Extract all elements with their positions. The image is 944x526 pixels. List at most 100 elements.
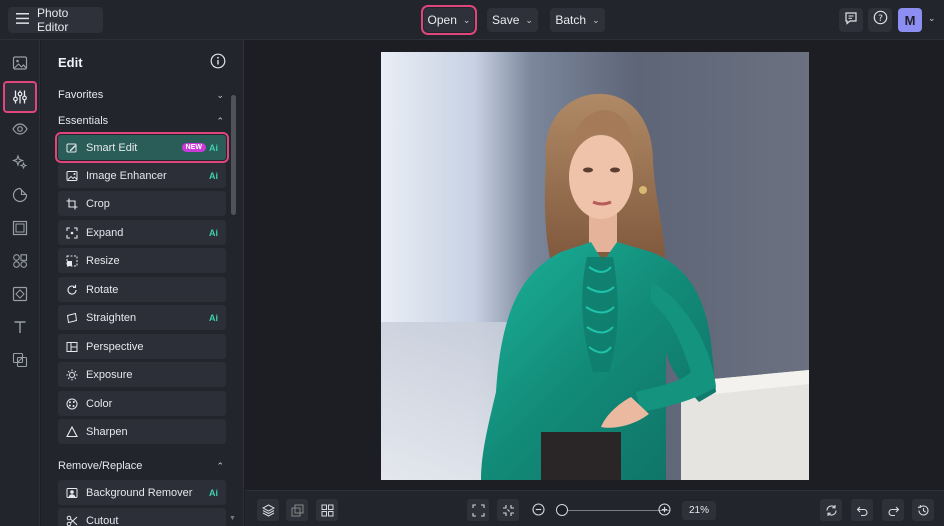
image-icon[interactable]	[10, 53, 30, 73]
eye-icon[interactable]	[10, 119, 30, 139]
section-essentials[interactable]: Essentials ⌃	[58, 115, 224, 127]
chevron-down-icon: ⌄	[525, 14, 533, 25]
tool-perspective[interactable]: Perspective	[58, 334, 226, 359]
frame-icon[interactable]	[10, 218, 30, 238]
zoom-in-button[interactable]	[658, 503, 671, 521]
app-title: Photo Editor	[37, 6, 69, 34]
info-icon[interactable]	[210, 53, 226, 74]
tool-label: Crop	[86, 197, 110, 210]
sync-button[interactable]	[820, 499, 842, 521]
user-avatar[interactable]: M	[898, 8, 922, 32]
tool-image-enhancer[interactable]: Image Enhancer Ai	[58, 163, 226, 188]
tool-label: Sharpen	[86, 425, 128, 438]
sparkle-icon[interactable]	[10, 152, 30, 172]
history-button[interactable]	[912, 499, 934, 521]
tool-exposure[interactable]: Exposure	[58, 362, 226, 387]
zoom-out-icon	[532, 503, 545, 516]
fit-screen-icon	[471, 503, 485, 517]
zoom-slider-thumb[interactable]	[556, 504, 568, 516]
expand-icon	[66, 226, 78, 239]
tool-label: Cutout	[86, 514, 119, 526]
ai-badge: Ai	[209, 487, 218, 498]
chevron-down-icon[interactable]: ⌄	[928, 13, 936, 24]
photo-editor-app: Photo Editor Open ⌄ Save ⌄ Batch ⌄ ? M ⌄	[0, 0, 944, 526]
feedback-button[interactable]	[839, 8, 863, 32]
tool-label: Rotate	[86, 283, 119, 296]
history-icon	[917, 504, 929, 516]
section-favorites[interactable]: Favorites ⌄	[58, 89, 224, 101]
actual-size-button[interactable]	[497, 499, 519, 521]
compare-button[interactable]	[286, 499, 308, 521]
tool-label: Image Enhancer	[86, 169, 167, 182]
tool-label: Perspective	[86, 340, 144, 353]
chevron-up-icon: ⌃	[216, 460, 224, 471]
tool-label: Straighten	[86, 311, 137, 324]
tool-resize[interactable]: Resize	[58, 248, 226, 273]
shapes-icon[interactable]	[10, 251, 30, 271]
texture-icon[interactable]	[10, 284, 30, 304]
perspective-icon	[66, 341, 78, 352]
section-label: Remove/Replace	[58, 460, 143, 472]
section-remove-replace[interactable]: Remove/Replace ⌃	[58, 460, 224, 472]
color-icon	[66, 398, 78, 409]
chevron-down-icon: ⌄	[216, 89, 224, 100]
open-button[interactable]: Open ⌄	[421, 5, 477, 35]
exposure-icon	[66, 369, 78, 380]
ai-badge: Ai	[209, 170, 218, 181]
svg-text:?: ?	[878, 14, 883, 24]
tool-straighten[interactable]: Straighten Ai	[58, 305, 226, 330]
text-icon[interactable]	[10, 317, 30, 337]
photo-canvas[interactable]	[381, 52, 809, 480]
zoom-slider-track[interactable]	[558, 510, 670, 511]
help-icon: ?	[873, 10, 888, 30]
panel-title: Edit	[58, 55, 83, 70]
grid-button[interactable]	[316, 499, 338, 521]
tool-background-remover[interactable]: Background Remover Ai	[58, 480, 226, 505]
redo-button[interactable]	[882, 499, 904, 521]
tool-label: Expand	[86, 226, 124, 239]
sticker-icon[interactable]	[10, 185, 30, 205]
open-label: Open	[427, 13, 457, 27]
zoom-out-button[interactable]	[532, 503, 545, 521]
section-label: Essentials	[58, 115, 109, 127]
compare-icon	[291, 504, 303, 516]
bottom-toolbar: 21%	[245, 490, 944, 526]
background-remover-icon	[66, 487, 78, 498]
tool-crop[interactable]: Crop	[58, 191, 226, 216]
sharpen-icon	[66, 425, 78, 437]
shrink-icon	[502, 504, 514, 516]
scroll-down-arrow-icon[interactable]: ▼	[229, 515, 236, 522]
main-menu-button[interactable]: Photo Editor	[8, 6, 103, 34]
undo-icon	[856, 506, 867, 516]
undo-button[interactable]	[851, 499, 873, 521]
edit-panel: Edit Favorites ⌄ Essentials ⌃ Smart Edit…	[41, 40, 244, 526]
batch-label: Batch	[555, 13, 587, 27]
crop-icon	[66, 198, 78, 209]
canvas-area[interactable]	[245, 40, 944, 490]
straighten-icon	[66, 312, 78, 323]
tool-sharpen[interactable]: Sharpen	[58, 419, 226, 444]
section-label: Favorites	[58, 89, 104, 101]
save-label: Save	[492, 13, 520, 27]
zoom-level[interactable]: 21%	[682, 501, 716, 520]
zoom-in-icon	[658, 503, 671, 516]
tool-smart-edit[interactable]: Smart Edit NEW Ai	[55, 132, 229, 163]
chevron-down-icon: ⌄	[592, 14, 600, 25]
tool-color[interactable]: Color	[58, 391, 226, 416]
tool-cutout[interactable]: Cutout	[58, 508, 226, 526]
save-button[interactable]: Save ⌄	[487, 8, 538, 32]
grid-icon	[321, 504, 333, 516]
tool-label: Color	[86, 397, 113, 410]
batch-button[interactable]: Batch ⌄	[550, 8, 605, 32]
panel-scrollbar[interactable]	[231, 95, 236, 215]
layers-overlay-icon[interactable]	[10, 350, 30, 370]
fit-to-screen-button[interactable]	[467, 499, 489, 521]
chevron-up-icon: ⌃	[216, 115, 224, 126]
sliders-icon[interactable]	[3, 81, 37, 113]
layers-button[interactable]	[257, 499, 279, 521]
tool-rotate[interactable]: Rotate	[58, 277, 226, 302]
tool-label: Background Remover	[86, 486, 193, 499]
tool-expand[interactable]: Expand Ai	[58, 220, 226, 245]
help-button[interactable]: ?	[868, 8, 892, 32]
cutout-icon	[66, 515, 78, 526]
